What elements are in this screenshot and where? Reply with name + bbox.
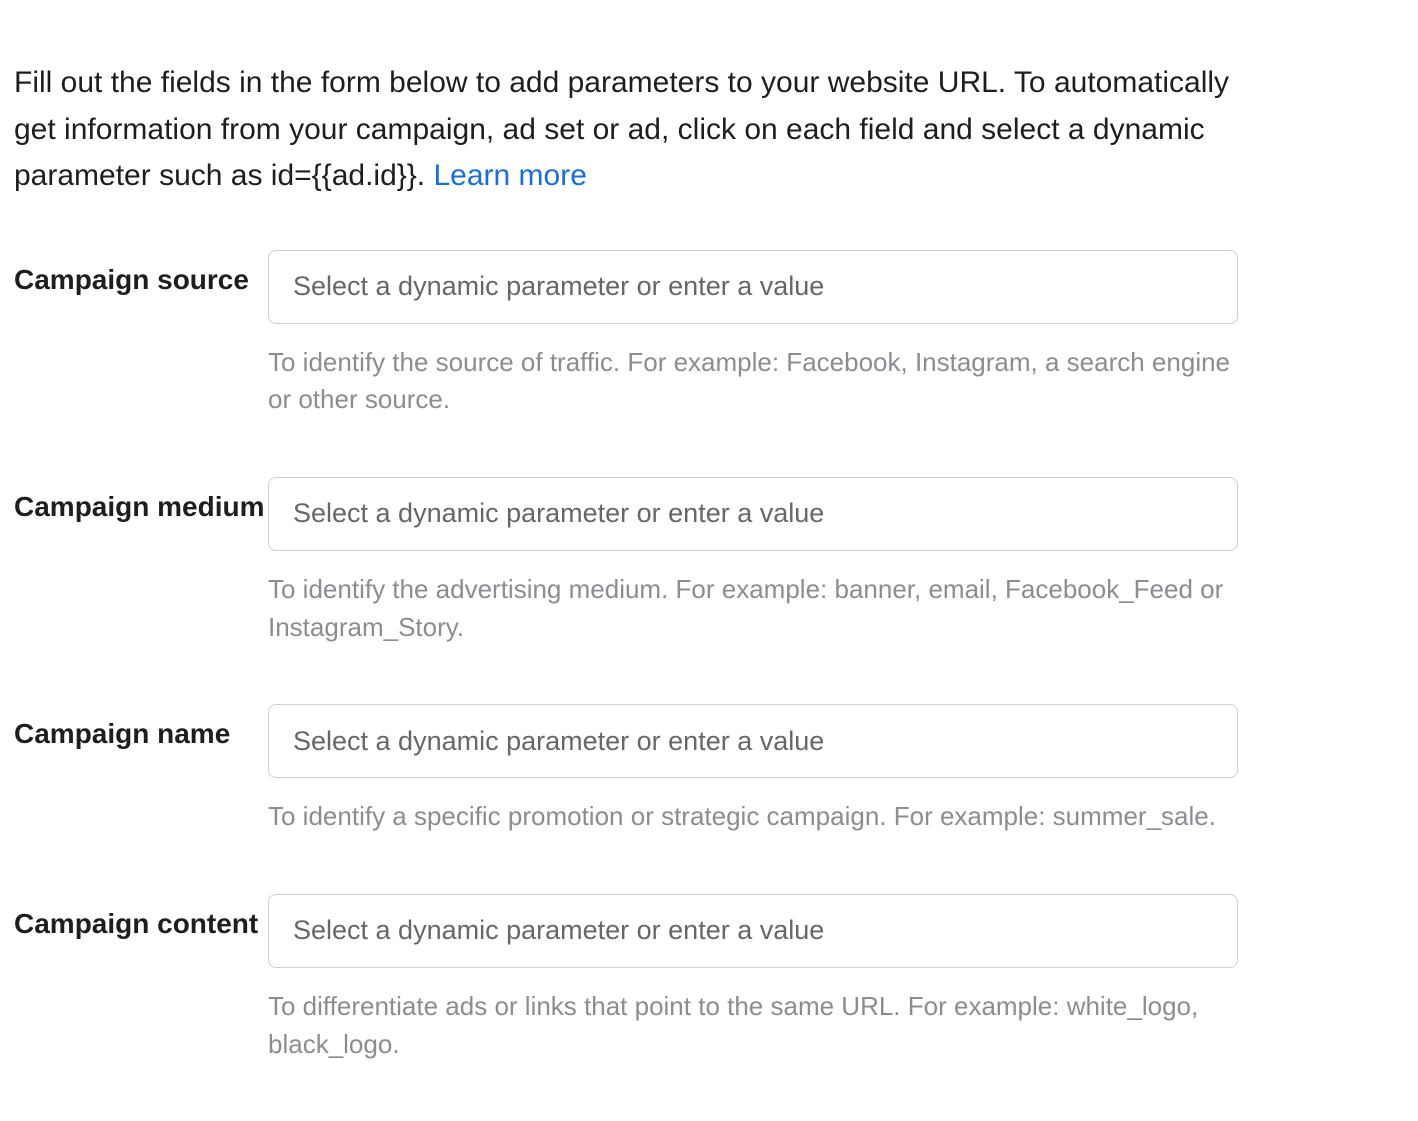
label-campaign-source: Campaign source (14, 250, 268, 301)
label-campaign-name: Campaign name (14, 704, 268, 755)
row-campaign-name: Campaign name To identify a specific pro… (14, 704, 1404, 876)
help-campaign-source: To identify the source of traffic. For e… (268, 344, 1238, 419)
field-col-campaign-content: To differentiate ads or links that point… (268, 894, 1238, 1063)
field-col-campaign-source: To identify the source of traffic. For e… (268, 250, 1238, 459)
help-campaign-name: To identify a specific promotion or stra… (268, 798, 1238, 836)
intro-paragraph: Fill out the fields in the form below to… (14, 60, 1244, 200)
row-campaign-medium: Campaign medium To identify the advertis… (14, 477, 1404, 686)
input-campaign-name[interactable] (268, 704, 1238, 778)
input-campaign-medium[interactable] (268, 477, 1238, 551)
field-col-campaign-medium: To identify the advertising medium. For … (268, 477, 1238, 686)
input-campaign-source[interactable] (268, 250, 1238, 324)
learn-more-link[interactable]: Learn more (433, 159, 586, 192)
help-campaign-content: To differentiate ads or links that point… (268, 988, 1238, 1063)
row-campaign-content: Campaign content To differentiate ads or… (14, 894, 1404, 1063)
url-parameters-form: Fill out the fields in the form below to… (0, 0, 1418, 1121)
help-campaign-medium: To identify the advertising medium. For … (268, 571, 1238, 646)
label-campaign-content: Campaign content (14, 894, 268, 945)
intro-text: Fill out the fields in the form below to… (14, 66, 1229, 192)
input-campaign-content[interactable] (268, 894, 1238, 968)
label-campaign-medium: Campaign medium (14, 477, 268, 528)
row-campaign-source: Campaign source To identify the source o… (14, 250, 1404, 459)
field-col-campaign-name: To identify a specific promotion or stra… (268, 704, 1238, 876)
